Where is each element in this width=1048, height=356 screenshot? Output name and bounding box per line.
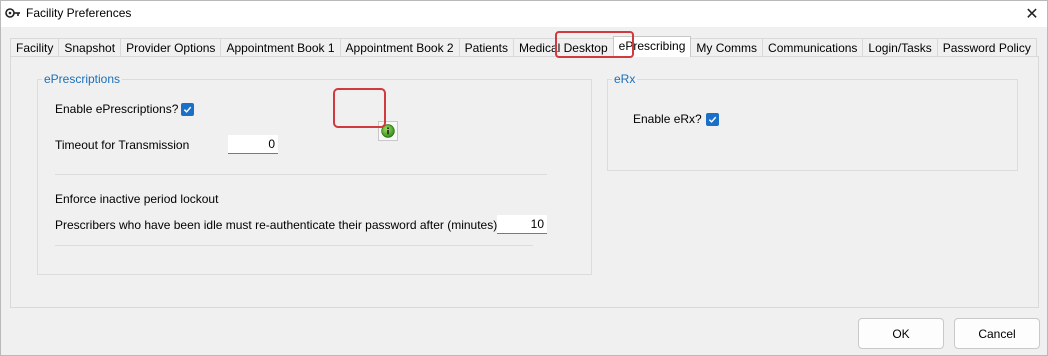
eprescribing-panel: ePrescriptions Enable ePrescriptions? Ti… (10, 56, 1039, 308)
checkmark-icon (708, 116, 717, 123)
close-button[interactable]: ✕ (1017, 1, 1047, 27)
tab-password-policy[interactable]: Password Policy (936, 38, 1037, 57)
section-divider (55, 174, 547, 175)
timeout-label: Timeout for Transmission (55, 138, 190, 152)
tab-communications[interactable]: Communications (762, 38, 864, 57)
checkmark-icon (183, 106, 192, 113)
erx-group: eRx Enable eRx? (607, 72, 1018, 171)
tab-login-tasks[interactable]: Login/Tasks (862, 38, 938, 57)
idle-minutes-input[interactable]: 10 (497, 215, 547, 234)
info-icon (381, 124, 395, 138)
facility-preferences-window: Facility Preferences ✕ Facility Snapshot… (0, 0, 1048, 356)
window-title: Facility Preferences (26, 6, 132, 20)
tab-strip: Facility Snapshot Provider Options Appoi… (10, 36, 1037, 57)
ok-button[interactable]: OK (858, 318, 944, 349)
enforce-lockout-label: Enforce inactive period lockout (55, 192, 219, 206)
title-bar: Facility Preferences ✕ (1, 1, 1047, 27)
timeout-input[interactable]: 0 (228, 135, 278, 154)
tab-patients[interactable]: Patients (458, 38, 514, 57)
tab-provider-options[interactable]: Provider Options (120, 38, 222, 57)
enable-eprescriptions-label: Enable ePrescriptions? (55, 102, 179, 116)
tab-eprescribing[interactable]: ePrescribing (612, 36, 692, 57)
tab-appointment-book-1[interactable]: Appointment Book 1 (220, 38, 341, 57)
enable-erx-checkbox[interactable] (706, 113, 719, 126)
eprescriptions-group-title: ePrescriptions (42, 72, 123, 86)
tab-appointment-book-2[interactable]: Appointment Book 2 (339, 38, 460, 57)
idle-minutes-label: Prescribers who have been idle must re-a… (55, 218, 498, 232)
bottom-divider (55, 245, 533, 246)
close-icon: ✕ (1025, 6, 1039, 23)
tab-facility[interactable]: Facility (10, 38, 60, 57)
tab-snapshot[interactable]: Snapshot (58, 38, 122, 57)
enable-eprescriptions-checkbox[interactable] (181, 103, 194, 116)
eprescriptions-group: ePrescriptions Enable ePrescriptions? Ti… (37, 72, 592, 275)
key-icon (5, 8, 20, 18)
enable-erx-label: Enable eRx? (633, 112, 702, 126)
tab-my-comms[interactable]: My Comms (690, 38, 764, 57)
cancel-button[interactable]: Cancel (954, 318, 1040, 349)
tab-medical-desktop[interactable]: Medical Desktop (512, 38, 614, 57)
erx-group-title: eRx (612, 72, 638, 86)
info-button[interactable] (378, 121, 398, 141)
